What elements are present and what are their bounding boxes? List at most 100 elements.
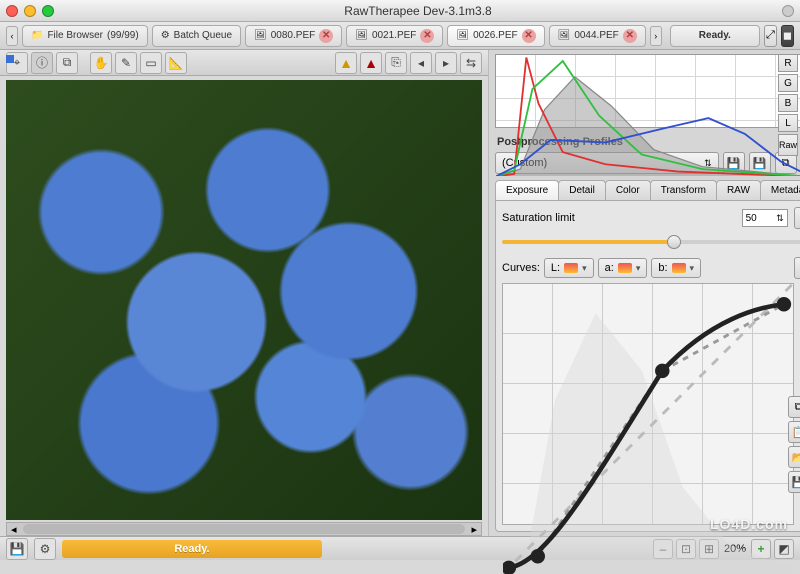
scroll-thumb[interactable]	[23, 524, 466, 534]
tab-label: 0044.PEF	[574, 30, 618, 41]
saturation-label: Saturation limit	[502, 212, 575, 224]
saturation-row: Saturation limit 50⇅ ↺	[502, 207, 800, 229]
curves-row: Curves: L: ▾ a: ▾ b: ▾ ↺	[502, 257, 800, 279]
tab-file-browser[interactable]: 📁 File Browser (99/99)	[22, 25, 148, 47]
tab-label: 0026.PEF	[473, 30, 517, 41]
status-ready-badge: Ready.	[62, 540, 322, 558]
tone-curve-editor[interactable]	[502, 283, 794, 525]
watermark-text: LO4D.com	[710, 516, 788, 532]
curve-paste-button[interactable]: 📋	[788, 421, 800, 443]
color-picker-tool-button[interactable]: ✎	[115, 52, 137, 74]
theme-toggle-button[interactable]: ◼	[781, 25, 794, 47]
image-icon: 🖼	[254, 30, 267, 41]
window-title: RawTherapee Dev-3.1m3.8	[54, 4, 782, 18]
curve-channel-l[interactable]: L: ▾	[544, 258, 594, 278]
tab-transform[interactable]: Transform	[650, 180, 717, 200]
send-to-queue-button[interactable]: ⚙	[34, 538, 56, 560]
curves-reset-button[interactable]: ↺	[794, 257, 800, 279]
tab-scroll-left-button[interactable]: ‹	[6, 26, 18, 46]
scroll-right-icon[interactable]: ▸	[467, 523, 481, 536]
tab-label: 0080.PEF	[271, 30, 315, 41]
close-tab-icon[interactable]: ✕	[623, 29, 637, 43]
minimize-window-button[interactable]	[24, 5, 36, 17]
save-image-button[interactable]: 💾	[6, 538, 28, 560]
chevron-down-icon: ▾	[636, 263, 641, 274]
close-tab-icon[interactable]: ✕	[522, 29, 536, 43]
tab-label: Batch Queue	[174, 30, 232, 41]
tab-detail[interactable]: Detail	[558, 180, 606, 200]
editor-toolbar: ⌖ ⓘ ⧉ ✋ ✎ ▭ 📐 ▲ ▲ ⎘ ◂ ▸ ⇆	[0, 50, 488, 76]
link-zoom-button[interactable]: ⎘	[385, 52, 407, 74]
tab-batch-queue[interactable]: ⚙ Batch Queue	[152, 25, 241, 47]
tab-image-0[interactable]: 🖼 0080.PEF ✕	[245, 25, 342, 47]
close-tab-icon[interactable]: ✕	[420, 29, 434, 43]
chevron-down-icon: ▾	[690, 263, 695, 274]
curve-channel-b[interactable]: b: ▾	[651, 258, 701, 278]
prev-image-button[interactable]: ◂	[410, 52, 432, 74]
next-image-button[interactable]: ▸	[435, 52, 457, 74]
image-canvas[interactable]	[6, 80, 482, 520]
histogram-indicator	[6, 55, 14, 63]
tab-exposure[interactable]: Exposure	[495, 180, 559, 200]
straighten-tool-button[interactable]: 📐	[165, 52, 187, 74]
document-tab-bar: ‹ 📁 File Browser (99/99) ⚙ Batch Queue 🖼…	[0, 22, 800, 50]
gears-icon: ⚙	[161, 30, 170, 41]
saturation-slider[interactable]	[502, 233, 800, 251]
warning-triangle-icon: ▲	[339, 55, 353, 71]
window-proxy-icon	[782, 5, 794, 17]
image-icon: 🖼	[558, 30, 571, 41]
tab-metadata[interactable]: Metadata	[760, 180, 800, 200]
curve-copy-button[interactable]: ⧉	[788, 396, 800, 418]
before-after-button[interactable]: ⧉	[56, 52, 78, 74]
saturation-value-input[interactable]: 50⇅	[742, 209, 788, 227]
tab-label: File Browser	[47, 30, 103, 41]
tab-image-2[interactable]: 🖼 0026.PEF ✕	[447, 25, 544, 47]
histogram-plot	[496, 55, 800, 176]
image-icon: 🖼	[456, 30, 469, 41]
curve-save-button[interactable]: 💾	[788, 471, 800, 493]
crop-tool-button[interactable]: ▭	[140, 52, 162, 74]
gears-icon: ⚙	[40, 542, 51, 556]
hand-tool-button[interactable]: ✋	[90, 52, 112, 74]
scroll-left-icon[interactable]: ◂	[7, 523, 21, 536]
tab-raw[interactable]: RAW	[716, 180, 761, 200]
fullscreen-toggle-button[interactable]: ⤢	[764, 25, 777, 47]
channel-b-button[interactable]: B	[778, 94, 798, 112]
info-toggle-button[interactable]: ⓘ	[31, 52, 53, 74]
image-icon: 🖼	[355, 30, 368, 41]
preview-image	[6, 80, 482, 520]
channel-r-button[interactable]: R	[778, 54, 798, 72]
sync-button[interactable]: ⇆	[460, 52, 482, 74]
slider-knob[interactable]	[667, 235, 681, 249]
params-body: Saturation limit 50⇅ ↺ Curves: L: ▾ a:	[495, 200, 800, 532]
curve-channel-a[interactable]: a: ▾	[598, 258, 648, 278]
curve-swatch-icon	[564, 263, 578, 273]
channel-g-button[interactable]: G	[778, 74, 798, 92]
tools-panel: R G B L Raw Postprocessing Profiles (Cus…	[488, 50, 800, 536]
close-tab-icon[interactable]: ✕	[319, 29, 333, 43]
clipped-shadows-toggle[interactable]: ▲	[335, 52, 357, 74]
tab-color[interactable]: Color	[605, 180, 651, 200]
clipped-highlights-toggle[interactable]: ▲	[360, 52, 382, 74]
curve-load-button[interactable]: 📂	[788, 446, 800, 468]
stepper-icon[interactable]: ⇅	[776, 213, 784, 224]
close-window-button[interactable]	[6, 5, 18, 17]
curve-side-buttons: ⧉ 📋 📂 💾	[788, 396, 800, 493]
channel-raw-button[interactable]: Raw	[778, 134, 798, 156]
expand-icon: ⤢	[766, 29, 775, 42]
editor-pane: ⌖ ⓘ ⧉ ✋ ✎ ▭ 📐 ▲ ▲ ⎘ ◂ ▸ ⇆ ◂ ▸	[0, 50, 488, 536]
saturation-reset-button[interactable]: ↺	[794, 207, 800, 229]
curves-label: Curves:	[502, 262, 540, 274]
zoom-window-button[interactable]	[42, 5, 54, 17]
tab-scroll-right-button[interactable]: ›	[650, 26, 662, 46]
channel-l-button[interactable]: L	[778, 114, 798, 132]
window-controls	[6, 5, 54, 17]
histogram[interactable]	[495, 54, 800, 128]
paste-icon: 📋	[792, 426, 800, 439]
horizontal-scrollbar[interactable]: ◂ ▸	[6, 522, 482, 536]
window-titlebar: RawTherapee Dev-3.1m3.8	[0, 0, 800, 22]
global-status-label: Ready.	[670, 25, 760, 47]
tab-image-1[interactable]: 🖼 0021.PEF ✕	[346, 25, 443, 47]
warning-triangle-icon: ▲	[364, 55, 378, 71]
tab-image-3[interactable]: 🖼 0044.PEF ✕	[549, 25, 646, 47]
